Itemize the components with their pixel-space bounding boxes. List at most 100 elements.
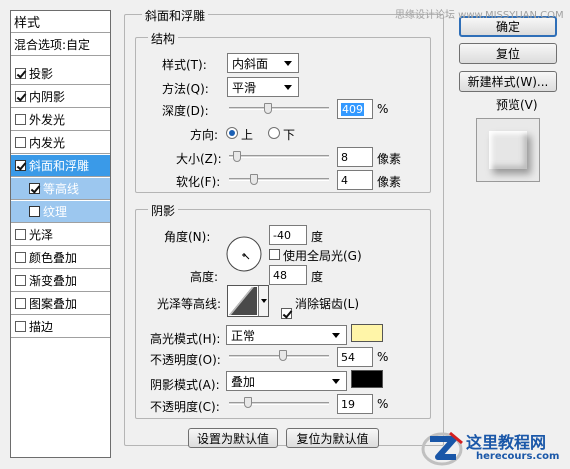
style-list: 样式 混合选项:自定 投影 内阴影 外发光 内发光 斜面和浮雕 等高线 纹理 光… bbox=[10, 10, 111, 458]
style-item-label: 颜色叠加 bbox=[29, 251, 78, 265]
style-select[interactable]: 内斜面 bbox=[227, 53, 299, 73]
altitude-input[interactable]: 48 bbox=[269, 265, 307, 285]
inner-shadow-checkbox[interactable] bbox=[15, 91, 26, 102]
highlight-opacity-input[interactable]: 54 bbox=[337, 347, 373, 367]
size-unit: 像素 bbox=[377, 152, 402, 166]
style-item-label: 渐变叠加 bbox=[29, 274, 78, 288]
style-item-pattern-overlay[interactable]: 图案叠加 bbox=[11, 293, 110, 315]
soften-input[interactable]: 4 bbox=[337, 170, 373, 190]
pattern-overlay-checkbox[interactable] bbox=[15, 298, 26, 309]
technique-select[interactable]: 平滑 bbox=[227, 77, 299, 97]
soften-unit: 像素 bbox=[377, 175, 402, 189]
style-item-inner-glow[interactable]: 内发光 bbox=[11, 132, 110, 154]
new-style-label: 新建样式(W)... bbox=[467, 75, 549, 89]
shadow-color-swatch[interactable] bbox=[351, 370, 383, 388]
style-item-label: 纹理 bbox=[43, 205, 68, 219]
style-item-label: 描边 bbox=[29, 320, 54, 334]
global-light-checkbox[interactable] bbox=[269, 249, 280, 260]
altitude-unit: 度 bbox=[311, 270, 324, 284]
style-item-label: 投影 bbox=[29, 67, 54, 81]
technique-label: 方法(Q): bbox=[162, 82, 209, 96]
style-item-inner-shadow[interactable]: 内阴影 bbox=[11, 86, 110, 108]
depth-slider-track[interactable] bbox=[229, 107, 329, 110]
preview-swatch bbox=[489, 131, 527, 169]
direction-down-radio[interactable] bbox=[268, 127, 280, 139]
top-watermark: 思缘设计论坛 www.MISSYUAN.COM bbox=[395, 10, 564, 21]
highlight-color-swatch[interactable] bbox=[351, 324, 383, 342]
highlight-opacity-thumb[interactable] bbox=[279, 350, 287, 361]
logo-text: 这里教程网 bbox=[466, 433, 547, 452]
style-item-gradient-overlay[interactable]: 渐变叠加 bbox=[11, 270, 110, 292]
altitude-input-value: 48 bbox=[273, 268, 287, 282]
bevel-emboss-title: 斜面和浮雕 bbox=[142, 7, 209, 24]
depth-unit: % bbox=[377, 102, 389, 116]
depth-label: 深度(D): bbox=[162, 104, 209, 118]
contour-checkbox[interactable] bbox=[29, 183, 40, 194]
style-label: 样式(T): bbox=[162, 58, 207, 72]
size-label: 大小(Z): bbox=[176, 152, 222, 166]
reset-label: 复位 bbox=[495, 47, 520, 61]
satin-checkbox[interactable] bbox=[15, 229, 26, 240]
angle-dial[interactable] bbox=[225, 235, 263, 273]
make-default-button[interactable]: 设置为默认值 bbox=[188, 428, 278, 448]
size-slider-track[interactable] bbox=[229, 155, 329, 158]
style-item-label: 等高线 bbox=[43, 182, 80, 196]
style-item-satin[interactable]: 光泽 bbox=[11, 224, 110, 246]
shadow-opacity-unit: % bbox=[377, 397, 389, 411]
drop-shadow-checkbox[interactable] bbox=[15, 68, 26, 79]
angle-label: 角度(N): bbox=[164, 230, 211, 244]
contour-dropdown-button[interactable] bbox=[258, 286, 268, 316]
reset-default-button[interactable]: 复位为默认值 bbox=[286, 428, 379, 448]
color-overlay-checkbox[interactable] bbox=[15, 252, 26, 263]
style-item-contour[interactable]: 等高线 bbox=[11, 178, 110, 200]
reset-button[interactable]: 复位 bbox=[459, 43, 557, 64]
style-item-color-overlay[interactable]: 颜色叠加 bbox=[11, 247, 110, 269]
anti-aliased-checkbox[interactable] bbox=[281, 308, 292, 319]
depth-input[interactable]: 409 bbox=[337, 99, 373, 119]
style-item-outer-glow[interactable]: 外发光 bbox=[11, 109, 110, 131]
shadow-mode-label: 阴影模式(A): bbox=[150, 378, 220, 392]
highlight-mode-select[interactable]: 正常 bbox=[226, 325, 347, 345]
new-style-button[interactable]: 新建样式(W)... bbox=[459, 71, 557, 92]
style-select-value: 内斜面 bbox=[232, 56, 269, 71]
shadow-opacity-input[interactable]: 19 bbox=[337, 394, 373, 414]
preview-label: 预览(V) bbox=[496, 98, 538, 112]
contour-curve-icon bbox=[229, 287, 257, 315]
style-item-label: 光泽 bbox=[29, 228, 54, 242]
size-input[interactable]: 8 bbox=[337, 147, 373, 167]
style-item-drop-shadow[interactable]: 投影 bbox=[11, 63, 110, 85]
angle-input[interactable]: -40 bbox=[269, 225, 307, 245]
shadow-opacity-thumb[interactable] bbox=[244, 397, 252, 408]
direction-label: 方向: bbox=[190, 128, 219, 142]
gloss-contour-label: 光泽等高线: bbox=[157, 297, 222, 311]
gloss-contour-picker[interactable] bbox=[227, 285, 269, 317]
direction-up-radio[interactable] bbox=[226, 127, 238, 139]
style-item-texture[interactable]: 纹理 bbox=[11, 201, 110, 223]
gradient-overlay-checkbox[interactable] bbox=[15, 275, 26, 286]
inner-glow-checkbox[interactable] bbox=[15, 137, 26, 148]
style-list-header[interactable]: 样式 bbox=[11, 11, 110, 33]
blending-options-label: 混合选项:自定 bbox=[14, 38, 91, 52]
angle-unit: 度 bbox=[311, 230, 324, 244]
soften-slider-track[interactable] bbox=[229, 178, 329, 181]
stroke-checkbox[interactable] bbox=[15, 321, 26, 332]
outer-glow-checkbox[interactable] bbox=[15, 114, 26, 125]
depth-slider-thumb[interactable] bbox=[264, 103, 272, 114]
size-input-value: 8 bbox=[341, 150, 348, 164]
depth-input-value: 409 bbox=[341, 102, 364, 116]
style-item-label: 图案叠加 bbox=[29, 297, 78, 311]
style-item-bevel-emboss[interactable]: 斜面和浮雕 bbox=[11, 155, 110, 177]
soften-slider-thumb[interactable] bbox=[250, 174, 258, 185]
texture-checkbox[interactable] bbox=[29, 206, 40, 217]
style-item-label: 外发光 bbox=[29, 113, 66, 127]
style-item-label: 斜面和浮雕 bbox=[29, 159, 90, 173]
style-item-stroke[interactable]: 描边 bbox=[11, 316, 110, 338]
altitude-label: 高度: bbox=[190, 270, 219, 284]
logo-url: herecours.com bbox=[476, 451, 560, 462]
bevel-emboss-checkbox[interactable] bbox=[15, 160, 26, 171]
size-slider-thumb[interactable] bbox=[233, 151, 241, 162]
global-light-label: 使用全局光(G) bbox=[283, 249, 362, 263]
shadow-mode-value: 叠加 bbox=[231, 374, 256, 389]
blending-options-item[interactable]: 混合选项:自定 bbox=[11, 34, 110, 56]
shadow-mode-select[interactable]: 叠加 bbox=[226, 371, 347, 391]
